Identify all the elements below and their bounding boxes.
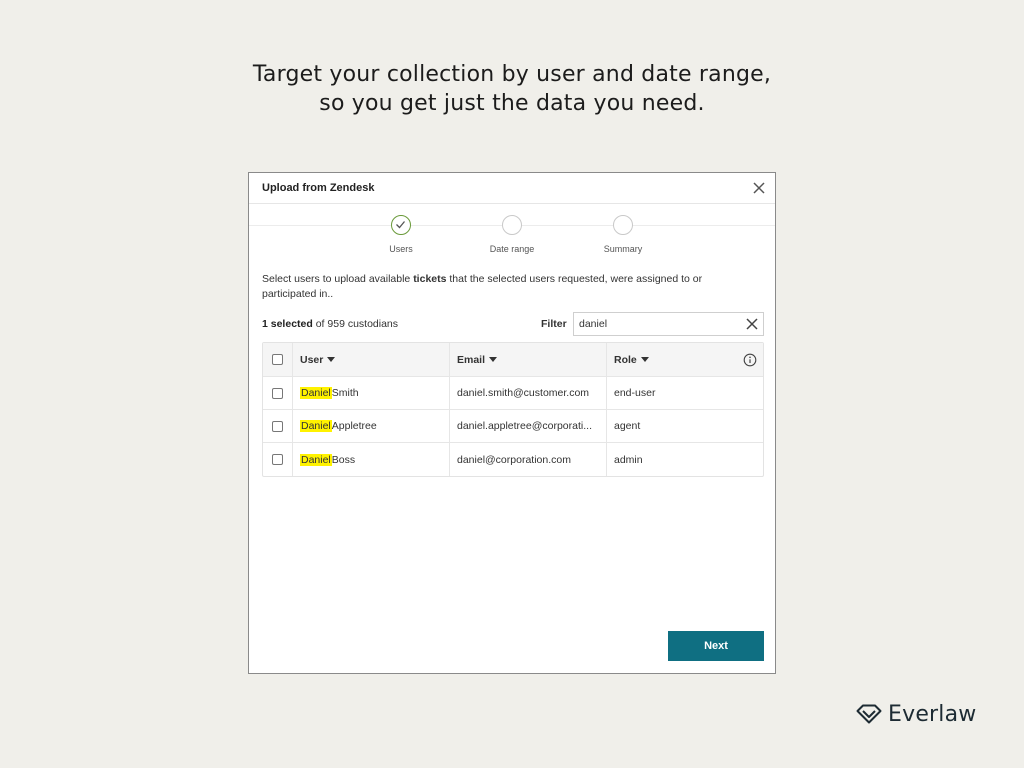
user-cell: Daniel Appletree [293,410,450,442]
next-button[interactable]: Next [668,631,764,661]
filter-input[interactable] [579,317,739,331]
info-icon[interactable] [743,353,757,367]
email-text: daniel.appletree@corporati... [457,420,592,432]
headline-line-1: Target your collection by user and date … [252,62,772,87]
table-row[interactable]: Daniel Boss daniel@corporation.com admin [263,443,763,476]
row-checkbox-cell [263,443,293,476]
instructions-prefix: Select users to upload available [262,273,414,285]
user-name-rest: Boss [331,453,356,466]
sort-caret-icon [327,357,336,362]
user-cell: Daniel Smith [293,377,450,409]
role-column-header[interactable]: Role [607,343,763,376]
email-cell: daniel.appletree@corporati... [450,410,607,442]
filter-field [573,312,764,336]
selected-count: 1 selected [262,318,313,330]
sort-caret-icon [489,357,498,362]
close-icon[interactable] [751,180,767,196]
row-checkbox-cell [263,410,293,442]
dialog-title: Upload from Zendesk [262,182,375,194]
instructions-text: Select users to upload available tickets… [262,272,732,302]
step-label: Users [389,244,413,254]
total-custodians: of 959 custodians [312,318,399,330]
everlaw-diamond-icon [856,704,882,724]
role-cell: end-user [607,377,763,409]
role-cell: admin [607,443,763,476]
role-cell: agent [607,410,763,442]
brand-name: Everlaw [888,701,977,727]
email-text: daniel@corporation.com [457,453,571,466]
row-checkbox-cell [263,377,293,409]
select-all-checkbox[interactable] [272,354,283,365]
headline: Target your collection by user and date … [0,60,1024,118]
user-name-rest: Smith [331,387,359,399]
match-highlight: Daniel [300,387,332,399]
row-checkbox[interactable] [272,387,283,399]
match-highlight: Daniel [300,420,332,432]
upload-dialog: Upload from Zendesk Users Date range Sum… [248,172,776,674]
email-cell: daniel@corporation.com [450,443,607,476]
user-name-rest: Appletree [331,420,377,432]
clear-filter-icon[interactable] [745,317,759,331]
users-table: User Email Role Daniel Smith daniel.smit… [262,342,764,477]
row-checkbox[interactable] [272,420,283,432]
headline-line-2: so you get just the data you need. [319,91,705,116]
role-text: end-user [614,387,656,399]
step-label: Summary [603,244,643,254]
step-label: Date range [489,244,535,254]
filter-label: Filter [541,318,567,330]
brand-logo: Everlaw [856,700,977,728]
instructions-bold: tickets [413,273,447,285]
dialog-header: Upload from Zendesk [249,173,775,204]
email-text: daniel.smith@customer.com [457,387,590,399]
table-row[interactable]: Daniel Smith daniel.smith@customer.com e… [263,377,763,410]
step-circle-icon [502,215,522,235]
sort-caret-icon [640,357,649,363]
user-header-label: User [300,353,324,366]
email-header-label: Email [457,353,486,366]
email-cell: daniel.smith@customer.com [450,377,607,409]
user-cell: Daniel Boss [293,443,450,476]
user-column-header[interactable]: User [293,343,450,376]
step-circle-icon [613,215,633,235]
role-header-label: Role [614,353,637,366]
selection-count: 1 selected of 959 custodians [262,318,398,330]
row-checkbox[interactable] [272,454,283,465]
email-column-header[interactable]: Email [450,343,607,376]
match-highlight: Daniel [300,453,332,466]
role-text: admin [614,453,643,466]
check-circle-icon [391,215,411,235]
table-row[interactable]: Daniel Appletree daniel.appletree@corpor… [263,410,763,443]
select-all-cell [263,343,293,376]
table-header-row: User Email Role [263,343,763,377]
role-text: agent [614,420,641,432]
